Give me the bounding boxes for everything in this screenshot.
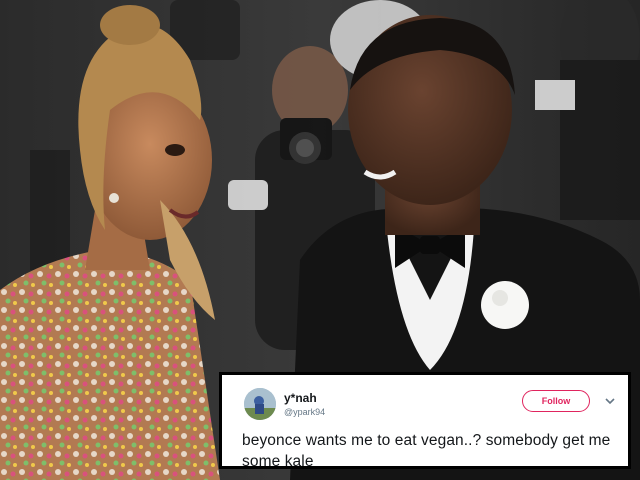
chevron-down-icon[interactable] <box>604 395 616 407</box>
follow-button[interactable]: Follow <box>522 390 590 412</box>
tweet-text: beyonce wants me to eat vegan..? somebod… <box>242 432 611 470</box>
tweet-display-name[interactable]: y*nah <box>284 391 317 405</box>
tweet-card: y*nah @ypark94 Follow beyonce wants me t… <box>219 372 631 470</box>
user-avatar-icon[interactable] <box>244 388 276 420</box>
tweet-handle[interactable]: @ypark94 <box>284 407 325 417</box>
